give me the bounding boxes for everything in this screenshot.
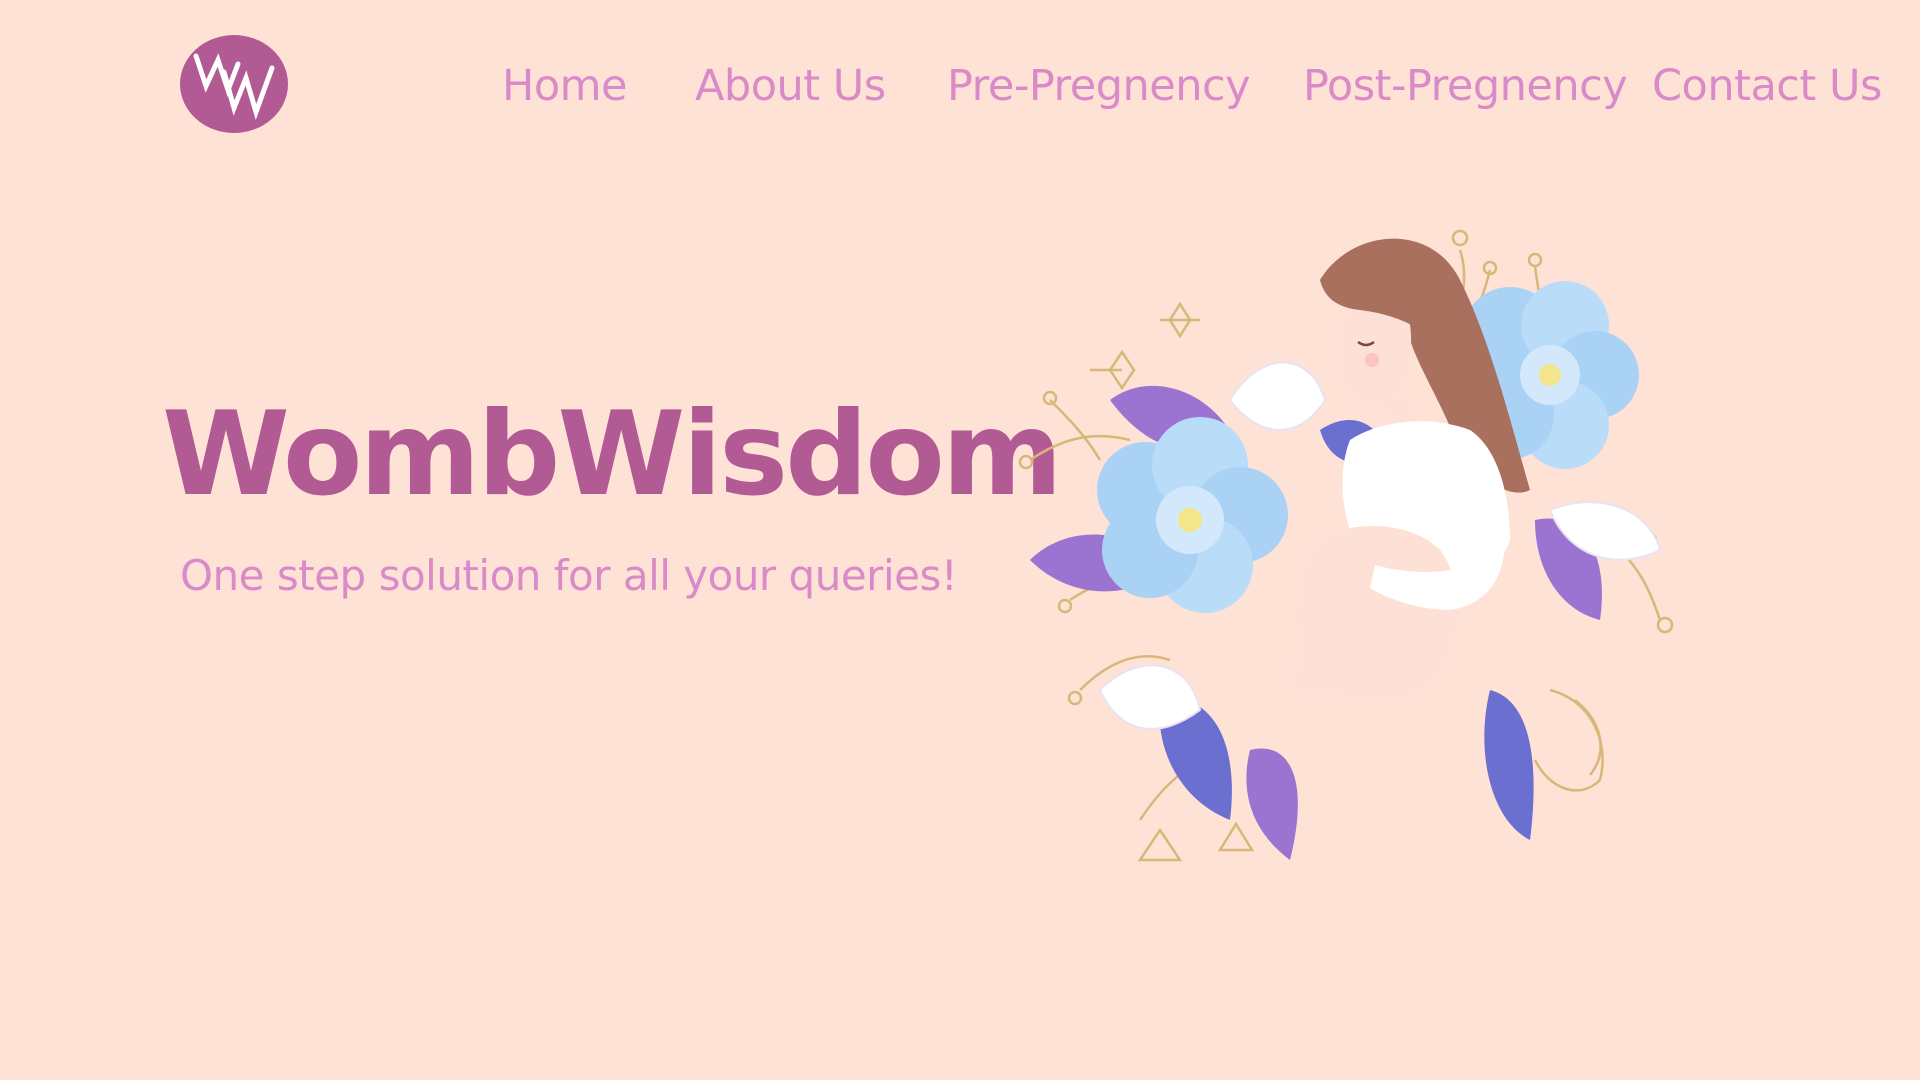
main-navigation: Home About Us Pre-Pregnency Post-Pregnen… xyxy=(0,58,1920,114)
nav-home[interactable]: Home xyxy=(502,58,627,114)
pregnant-woman-floral-illustration xyxy=(1018,229,1674,862)
blue-flower-left xyxy=(1097,417,1288,613)
hero-title: WombWisdom xyxy=(162,387,1063,522)
landing-page: Home About Us Pre-Pregnency Post-Pregnen… xyxy=(0,0,1920,1080)
nav-post-pregnency[interactable]: Post-Pregnency xyxy=(1303,58,1628,114)
nav-pre-pregnency[interactable]: Pre-Pregnency xyxy=(947,58,1251,114)
nav-contact-us[interactable]: Contact Us xyxy=(1652,58,1882,114)
hero-subtitle: One step solution for all your queries! xyxy=(180,551,958,600)
nav-about-us[interactable]: About Us xyxy=(695,58,886,114)
